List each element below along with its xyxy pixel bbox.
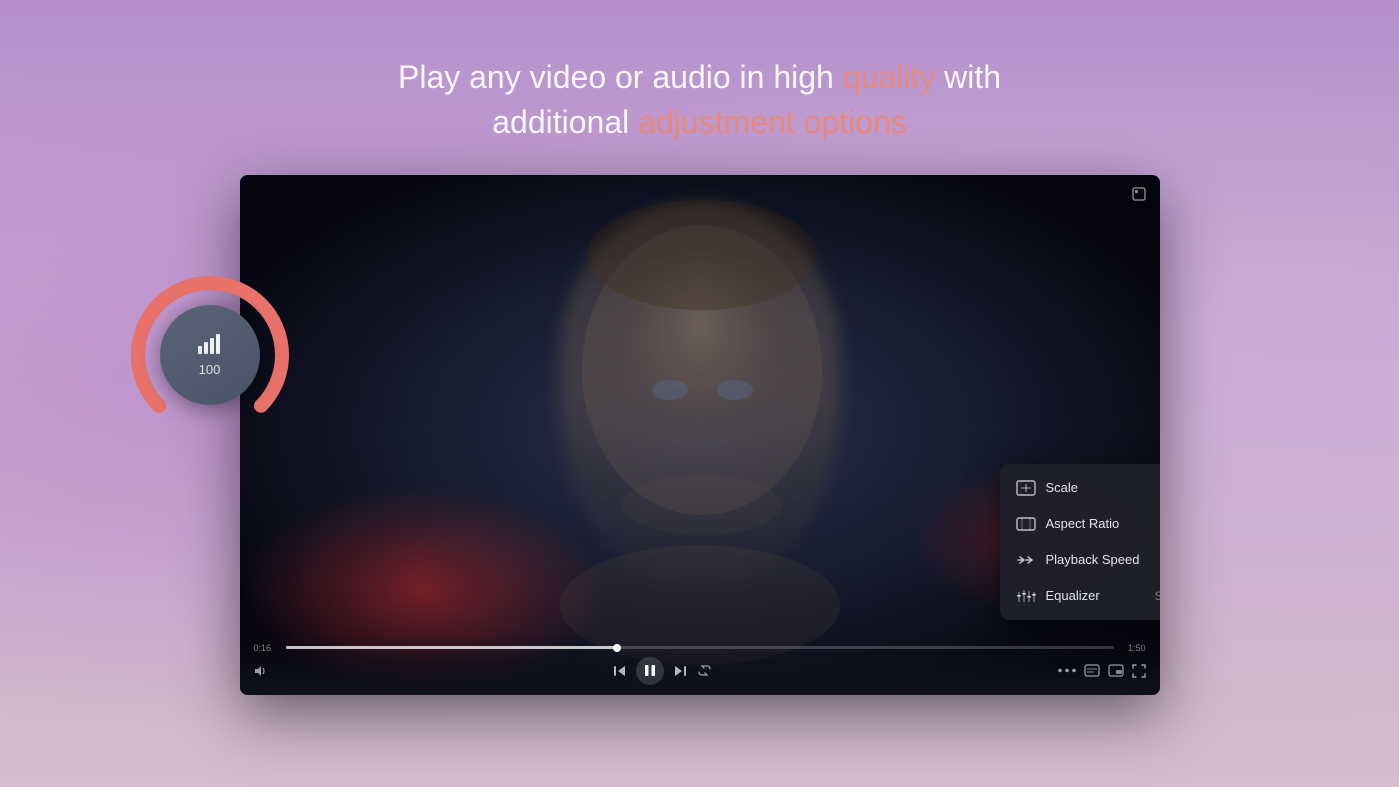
menu-item-aspect-ratio[interactable]: Aspect Ratio Ctrl+A — [1000, 506, 1160, 542]
right-controls — [1058, 664, 1146, 678]
speed-icon — [1016, 552, 1036, 568]
repeat-button[interactable] — [697, 664, 712, 677]
headline-line1: Play any video or audio in high quality … — [398, 55, 1001, 100]
menu-shortcut-eq: Shift+E — [1154, 589, 1159, 603]
subtitle-button[interactable] — [1084, 664, 1100, 677]
next-button[interactable] — [674, 665, 687, 677]
time-current: 0:16 — [254, 643, 278, 653]
pip-button[interactable] — [1108, 664, 1124, 677]
headline: Play any video or audio in high quality … — [398, 55, 1001, 145]
headline-line2-start: additional — [492, 104, 638, 140]
headline-adjustment: adjustment options — [638, 104, 907, 140]
menu-item-playback-speed[interactable]: Playback Speed Ctrl+L — [1000, 542, 1160, 578]
menu-item-scale[interactable]: Scale Ctrl+S — [1000, 470, 1160, 506]
progress-track[interactable] — [286, 646, 1114, 649]
fullscreen-button[interactable] — [1132, 664, 1146, 678]
headline-text-start: Play any video or audio in high — [398, 59, 843, 95]
progress-thumb — [613, 644, 621, 652]
volume-value: 100 — [199, 362, 221, 377]
menu-label-ratio: Aspect Ratio — [1046, 516, 1150, 531]
headline-text-end: with — [935, 59, 1001, 95]
ratio-icon — [1016, 516, 1036, 532]
volume-knob[interactable]: 100 — [125, 270, 295, 440]
screen-corner-icon — [1132, 187, 1146, 204]
context-menu: Scale Ctrl+S Aspect Ratio Ctrl+A — [1000, 464, 1160, 620]
menu-label-speed: Playback Speed — [1046, 552, 1152, 567]
player-wrapper: 100 — [240, 175, 1160, 735]
headline-quality: quality — [843, 59, 936, 95]
video-screen: Scale Ctrl+S Aspect Ratio Ctrl+A — [240, 175, 1160, 695]
volume-button[interactable] — [254, 665, 267, 677]
menu-item-equalizer[interactable]: Equalizer Shift+E — [1000, 578, 1160, 614]
controls-bar: 0:16 1:50 — [240, 635, 1160, 695]
progress-fill — [286, 646, 617, 649]
controls-row — [254, 653, 1146, 685]
volume-center: 100 — [160, 305, 260, 405]
scale-icon — [1016, 480, 1036, 496]
eq-icon — [1016, 588, 1036, 604]
play-pause-button[interactable] — [636, 657, 664, 685]
menu-label-scale: Scale — [1046, 480, 1150, 495]
headline-line2: additional adjustment options — [398, 100, 1001, 145]
time-total: 1:50 — [1122, 643, 1146, 653]
progress-area: 0:16 1:50 — [254, 635, 1146, 653]
more-options-button[interactable] — [1058, 668, 1076, 673]
volume-icon — [197, 332, 223, 360]
prev-button[interactable] — [613, 665, 626, 677]
menu-label-eq: Equalizer — [1046, 588, 1145, 603]
